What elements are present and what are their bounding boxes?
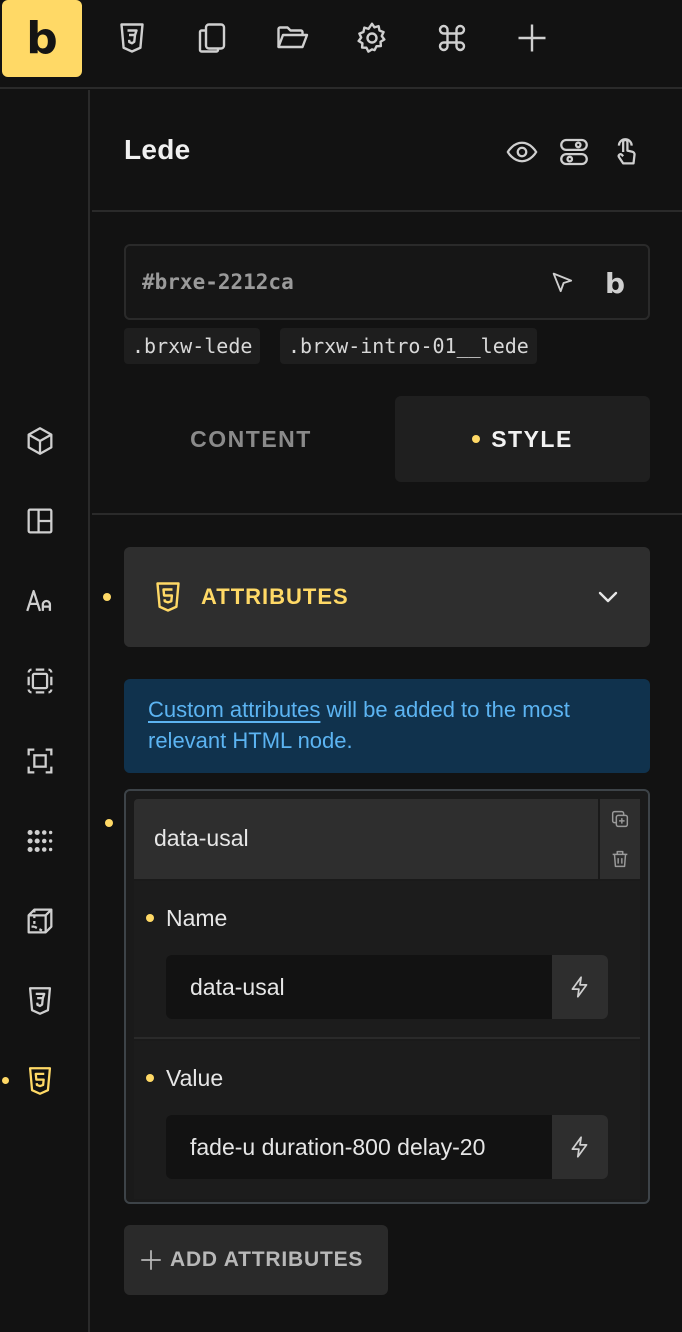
- border-icon[interactable]: [20, 661, 60, 701]
- class-chip[interactable]: .brxw-intro-01__lede: [280, 328, 537, 364]
- add-attributes-button[interactable]: ADD ATTRIBUTES: [124, 1225, 388, 1295]
- layout-grid-icon[interactable]: [20, 501, 60, 541]
- attribute-item-title: data-usal: [154, 825, 249, 851]
- top-toolbar: b: [0, 0, 682, 89]
- mode-tabs: CONTENT STYLE: [124, 396, 650, 482]
- plus-icon: [141, 1250, 161, 1270]
- settings-gear-icon[interactable]: [352, 18, 392, 58]
- duplicate-icon[interactable]: [600, 799, 640, 839]
- attribute-item-header[interactable]: data-usal: [134, 799, 598, 879]
- brand-logo-button[interactable]: b: [2, 0, 82, 77]
- command-icon[interactable]: [432, 18, 472, 58]
- accordion-title: ATTRIBUTES: [201, 584, 349, 609]
- lightning-icon: [571, 976, 588, 998]
- tab-content[interactable]: CONTENT: [124, 396, 378, 482]
- trash-icon[interactable]: [600, 839, 640, 879]
- folder-open-icon[interactable]: [272, 18, 312, 58]
- name-label: Name: [166, 905, 228, 931]
- panel-header: Lede: [92, 90, 682, 212]
- css-selector-field[interactable]: #brxe-2212ca b: [124, 244, 650, 320]
- dynamic-data-button[interactable]: [552, 1115, 608, 1179]
- attribute-value-input[interactable]: fade-u duration-800 delay-20: [166, 1115, 552, 1179]
- divider: [92, 513, 682, 515]
- effects-dots-icon[interactable]: [20, 821, 60, 861]
- left-sidebar: [0, 90, 90, 1332]
- add-icon[interactable]: [512, 18, 552, 58]
- css3-icon[interactable]: [20, 981, 60, 1021]
- attribute-item: data-usal Name data-usal Value fade-u du…: [124, 789, 650, 1204]
- info-notice: Custom attributes will be added to the m…: [124, 679, 650, 773]
- pages-icon[interactable]: [192, 18, 232, 58]
- attribute-item-actions: [598, 799, 640, 879]
- css3-icon[interactable]: [112, 18, 152, 58]
- lightning-icon: [571, 1136, 588, 1158]
- brand-b-icon[interactable]: b: [598, 266, 632, 300]
- toggle-icon[interactable]: [554, 132, 594, 172]
- modified-dot: [105, 819, 113, 827]
- modified-dot: [146, 914, 154, 922]
- element-id: #brxe-2212ca: [142, 270, 294, 294]
- tab-style[interactable]: STYLE: [395, 396, 650, 482]
- add-attributes-label: ADD ATTRIBUTES: [170, 1248, 364, 1271]
- element-settings-panel: Lede #brxe-2212ca b .brxw-lede .brxw-int…: [92, 90, 682, 1332]
- custom-attributes-link[interactable]: Custom attributes: [148, 697, 320, 722]
- active-indicator-dot: [2, 1077, 9, 1084]
- layout-cube-icon[interactable]: [20, 421, 60, 461]
- typography-icon[interactable]: [20, 581, 60, 621]
- tab-style-label: STYLE: [491, 425, 573, 452]
- dynamic-data-button[interactable]: [552, 955, 608, 1019]
- cursor-pointer-icon[interactable]: [546, 266, 580, 300]
- name-field-block: Name data-usal: [134, 881, 640, 1039]
- page-title: Lede: [124, 134, 191, 165]
- spacing-icon[interactable]: [20, 741, 60, 781]
- modified-dot: [146, 1074, 154, 1082]
- value-label: Value: [166, 1065, 224, 1091]
- attribute-name-input[interactable]: data-usal: [166, 955, 552, 1019]
- html5-icon: [156, 582, 180, 612]
- html5-icon[interactable]: [20, 1061, 60, 1101]
- modified-dot: [472, 435, 481, 443]
- touch-pointer-icon[interactable]: [606, 132, 646, 172]
- eye-icon[interactable]: [502, 132, 542, 172]
- chevron-down-icon[interactable]: [592, 581, 624, 613]
- value-field-block: Value fade-u duration-800 delay-20: [134, 1041, 640, 1199]
- tab-content-label: CONTENT: [190, 425, 312, 452]
- attributes-accordion[interactable]: ATTRIBUTES: [124, 547, 650, 647]
- class-chip[interactable]: .brxw-lede: [124, 328, 261, 364]
- modified-dot: [103, 593, 111, 601]
- transform-cube-icon[interactable]: [20, 901, 60, 941]
